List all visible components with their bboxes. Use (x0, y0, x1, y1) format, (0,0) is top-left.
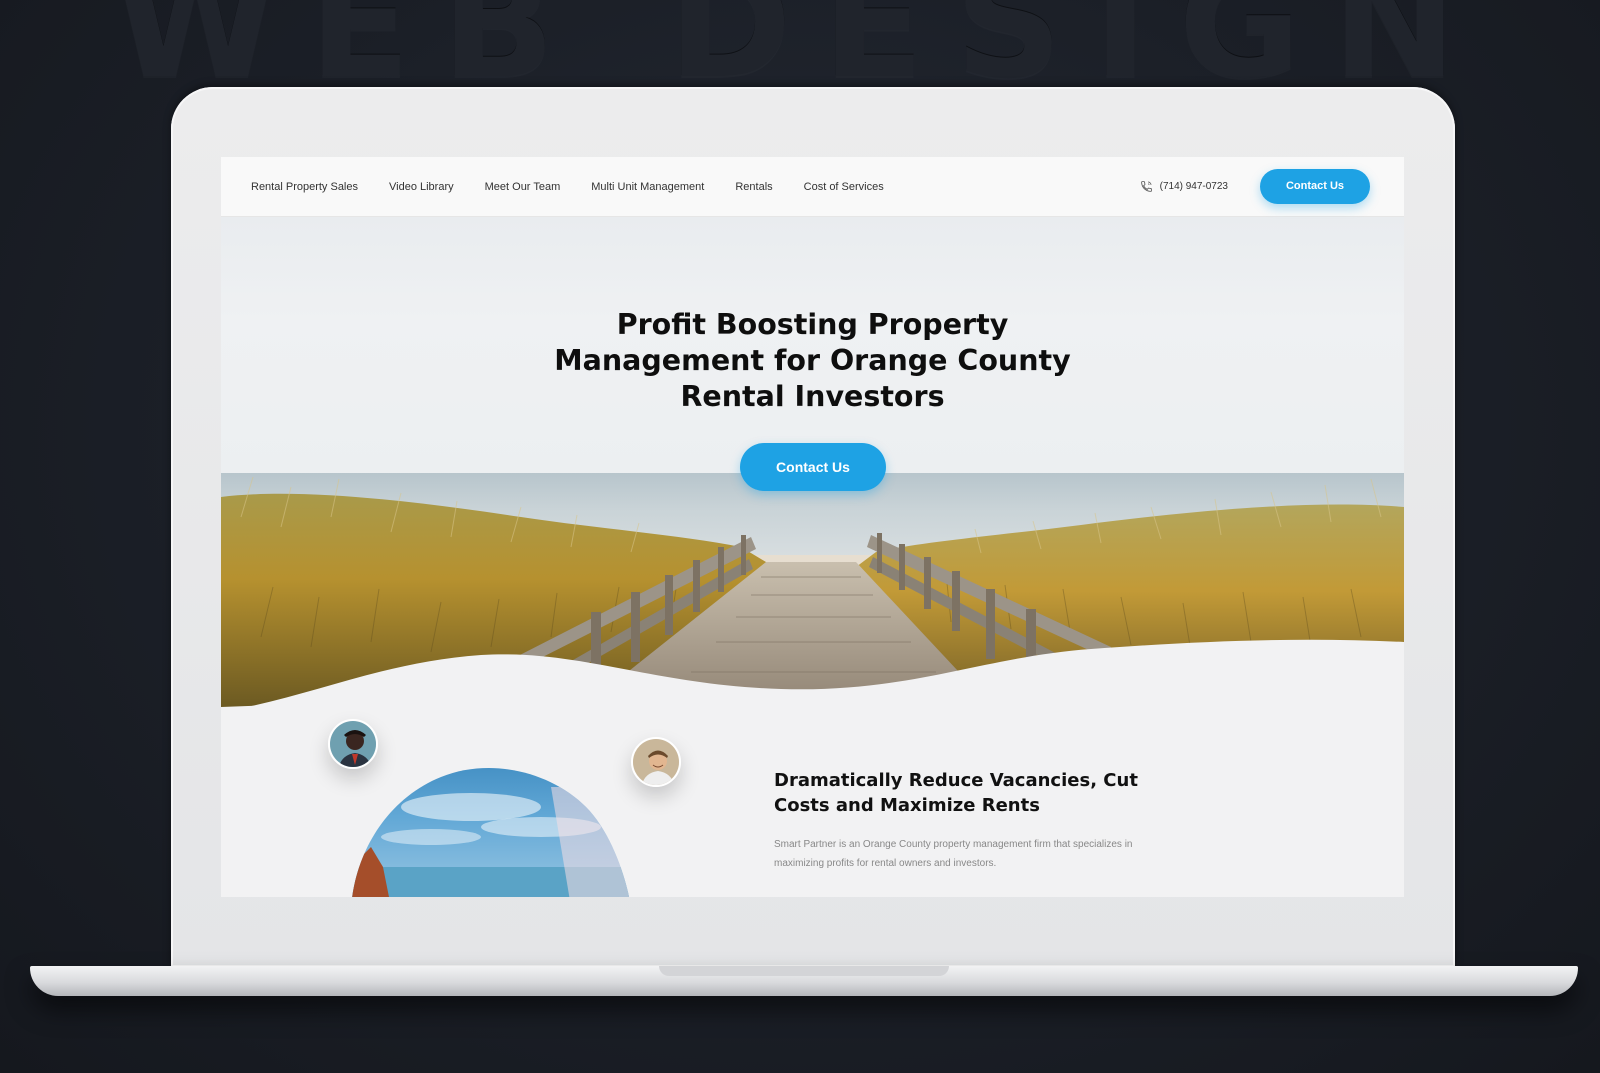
laptop-notch (659, 966, 949, 976)
nav-item-rental-property-sales[interactable]: Rental Property Sales (251, 181, 358, 193)
phone-icon (1140, 181, 1152, 192)
nav-item-meet-our-team[interactable]: Meet Our Team (485, 181, 561, 193)
section-title-line: Dramatically Reduce Vacancies, Cut (774, 770, 1138, 791)
section-title: Dramatically Reduce Vacancies, Cut Costs… (774, 768, 1194, 818)
section-title-line: Costs and Maximize Rents (774, 795, 1040, 816)
section-description: Smart Partner is an Orange County proper… (774, 835, 1194, 873)
nav-item-multi-unit-management[interactable]: Multi Unit Management (591, 181, 704, 193)
avatar-man-suit (328, 719, 378, 769)
hero-title: Profit Boosting Property Management for … (221, 307, 1404, 415)
hero-title-line: Rental Investors (680, 380, 945, 413)
nav-item-cost-of-services[interactable]: Cost of Services (804, 181, 884, 193)
section-description-line: maximizing profits for rental owners and… (774, 858, 997, 869)
phone-number: (714) 947-0723 (1159, 181, 1228, 192)
nav-item-rentals[interactable]: Rentals (735, 181, 772, 193)
hero-contact-button[interactable]: Contact Us (740, 443, 886, 491)
nav-contact-button[interactable]: Contact Us (1260, 169, 1370, 204)
website-screen: Rental Property Sales Video Library Meet… (221, 157, 1404, 897)
hero-title-line: Management for Orange County (554, 344, 1071, 377)
nav-links: Rental Property Sales Video Library Meet… (251, 181, 915, 193)
top-navigation: Rental Property Sales Video Library Meet… (221, 157, 1404, 217)
section-description-line: Smart Partner is an Orange County proper… (774, 839, 1133, 850)
about-section: Dramatically Reduce Vacancies, Cut Costs… (221, 697, 1404, 897)
hero-section: Profit Boosting Property Management for … (221, 217, 1404, 717)
laptop-base (30, 966, 1578, 996)
nav-right: (714) 947-0723 Contact Us (1140, 169, 1370, 204)
nav-item-video-library[interactable]: Video Library (389, 181, 454, 193)
avatar-man-smiling (631, 737, 681, 787)
phone-link[interactable]: (714) 947-0723 (1140, 180, 1228, 193)
hero-title-line: Profit Boosting Property (616, 308, 1009, 341)
